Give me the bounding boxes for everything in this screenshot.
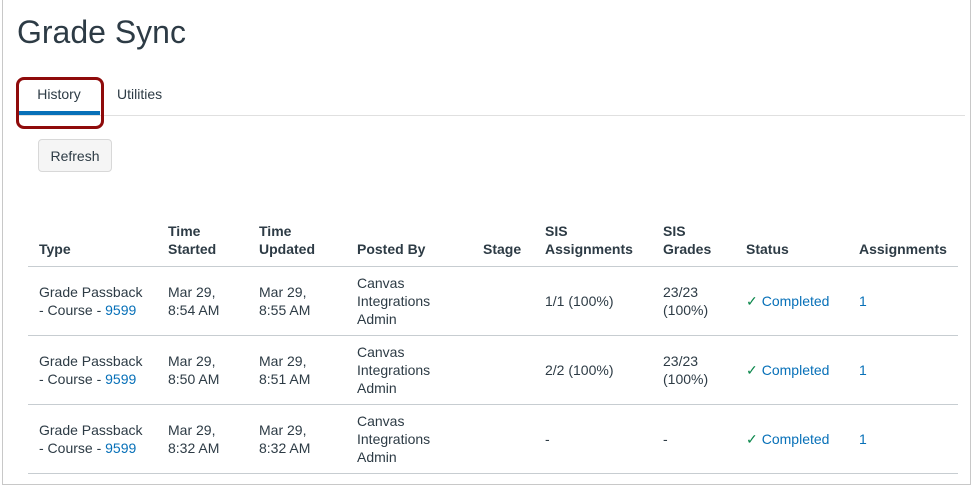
grade-sync-history-table: Type Time Started Time Updated Posted By Sta… [28, 215, 958, 474]
course-link[interactable]: 9599 [105, 302, 136, 318]
posted-by: Canvas Integrations Admin [346, 404, 472, 474]
type-cell: Grade Passback - Course - 9599 [28, 266, 157, 336]
time-started: Mar 29, 8:50 AM [157, 335, 248, 405]
column-header: Time Started [157, 215, 248, 267]
tab-bar: History Utilities [18, 78, 965, 116]
table-row: Grade Passback - Course - 9599 Mar 29, 8:… [28, 335, 958, 405]
assignments-link[interactable]: 1 [859, 293, 867, 309]
stage [472, 335, 534, 405]
course-link[interactable]: 9599 [105, 440, 136, 456]
posted-by: Canvas Integrations Admin [346, 335, 472, 405]
column-header: Type [28, 215, 157, 267]
status-link[interactable]: Completed [762, 362, 830, 378]
assignments-link[interactable]: 1 [859, 362, 867, 378]
column-header: Status [735, 215, 848, 267]
checkmark-icon: ✓ [746, 430, 758, 447]
status-cell: ✓ Completed [735, 266, 848, 336]
sis-assignments: 1/1 (100%) [534, 266, 652, 336]
tab-utilities[interactable]: Utilities [117, 86, 162, 102]
stage [472, 266, 534, 336]
assignments-cell: 1 [848, 335, 958, 405]
time-updated: Mar 29, 8:32 AM [248, 404, 346, 474]
status-cell: ✓ Completed [735, 335, 848, 405]
sis-assignments: 2/2 (100%) [534, 335, 652, 405]
type-cell: Grade Passback - Course - 9599 [28, 404, 157, 474]
sis-grades: 23/23 (100%) [652, 335, 735, 405]
sis-assignments: - [534, 404, 652, 474]
refresh-button[interactable]: Refresh [38, 139, 112, 172]
column-header: Time Updated [248, 215, 346, 267]
assignments-cell: 1 [848, 404, 958, 474]
time-started: Mar 29, 8:54 AM [157, 266, 248, 336]
time-updated: Mar 29, 8:55 AM [248, 266, 346, 336]
status-cell: ✓ Completed [735, 404, 848, 474]
assignments-cell: 1 [848, 266, 958, 336]
callout-highlight [16, 77, 104, 129]
column-header: Stage [472, 215, 534, 267]
checkmark-icon: ✓ [746, 361, 758, 378]
time-started: Mar 29, 8:32 AM [157, 404, 248, 474]
posted-by: Canvas Integrations Admin [346, 266, 472, 336]
status-link[interactable]: Completed [762, 293, 830, 309]
type-cell: Grade Passback - Course - 9599 [28, 335, 157, 405]
sis-grades: 23/23 (100%) [652, 266, 735, 336]
table-row: Grade Passback - Course - 9599 Mar 29, 8:… [28, 266, 958, 336]
stage [472, 404, 534, 474]
time-updated: Mar 29, 8:51 AM [248, 335, 346, 405]
table-row: Grade Passback - Course - 9599 Mar 29, 8:… [28, 404, 958, 474]
status-link[interactable]: Completed [762, 431, 830, 447]
page-title: Grade Sync [17, 14, 186, 50]
table-header-row: Type Time Started Time Updated Posted By Sta… [28, 215, 958, 267]
column-header: SIS Grades [652, 215, 735, 267]
assignments-link[interactable]: 1 [859, 431, 867, 447]
column-header: Assignments [848, 215, 958, 267]
checkmark-icon: ✓ [746, 292, 758, 309]
column-header: SIS Assignments [534, 215, 652, 267]
sis-grades: - [652, 404, 735, 474]
course-link[interactable]: 9599 [105, 371, 136, 387]
column-header: Posted By [346, 215, 472, 267]
